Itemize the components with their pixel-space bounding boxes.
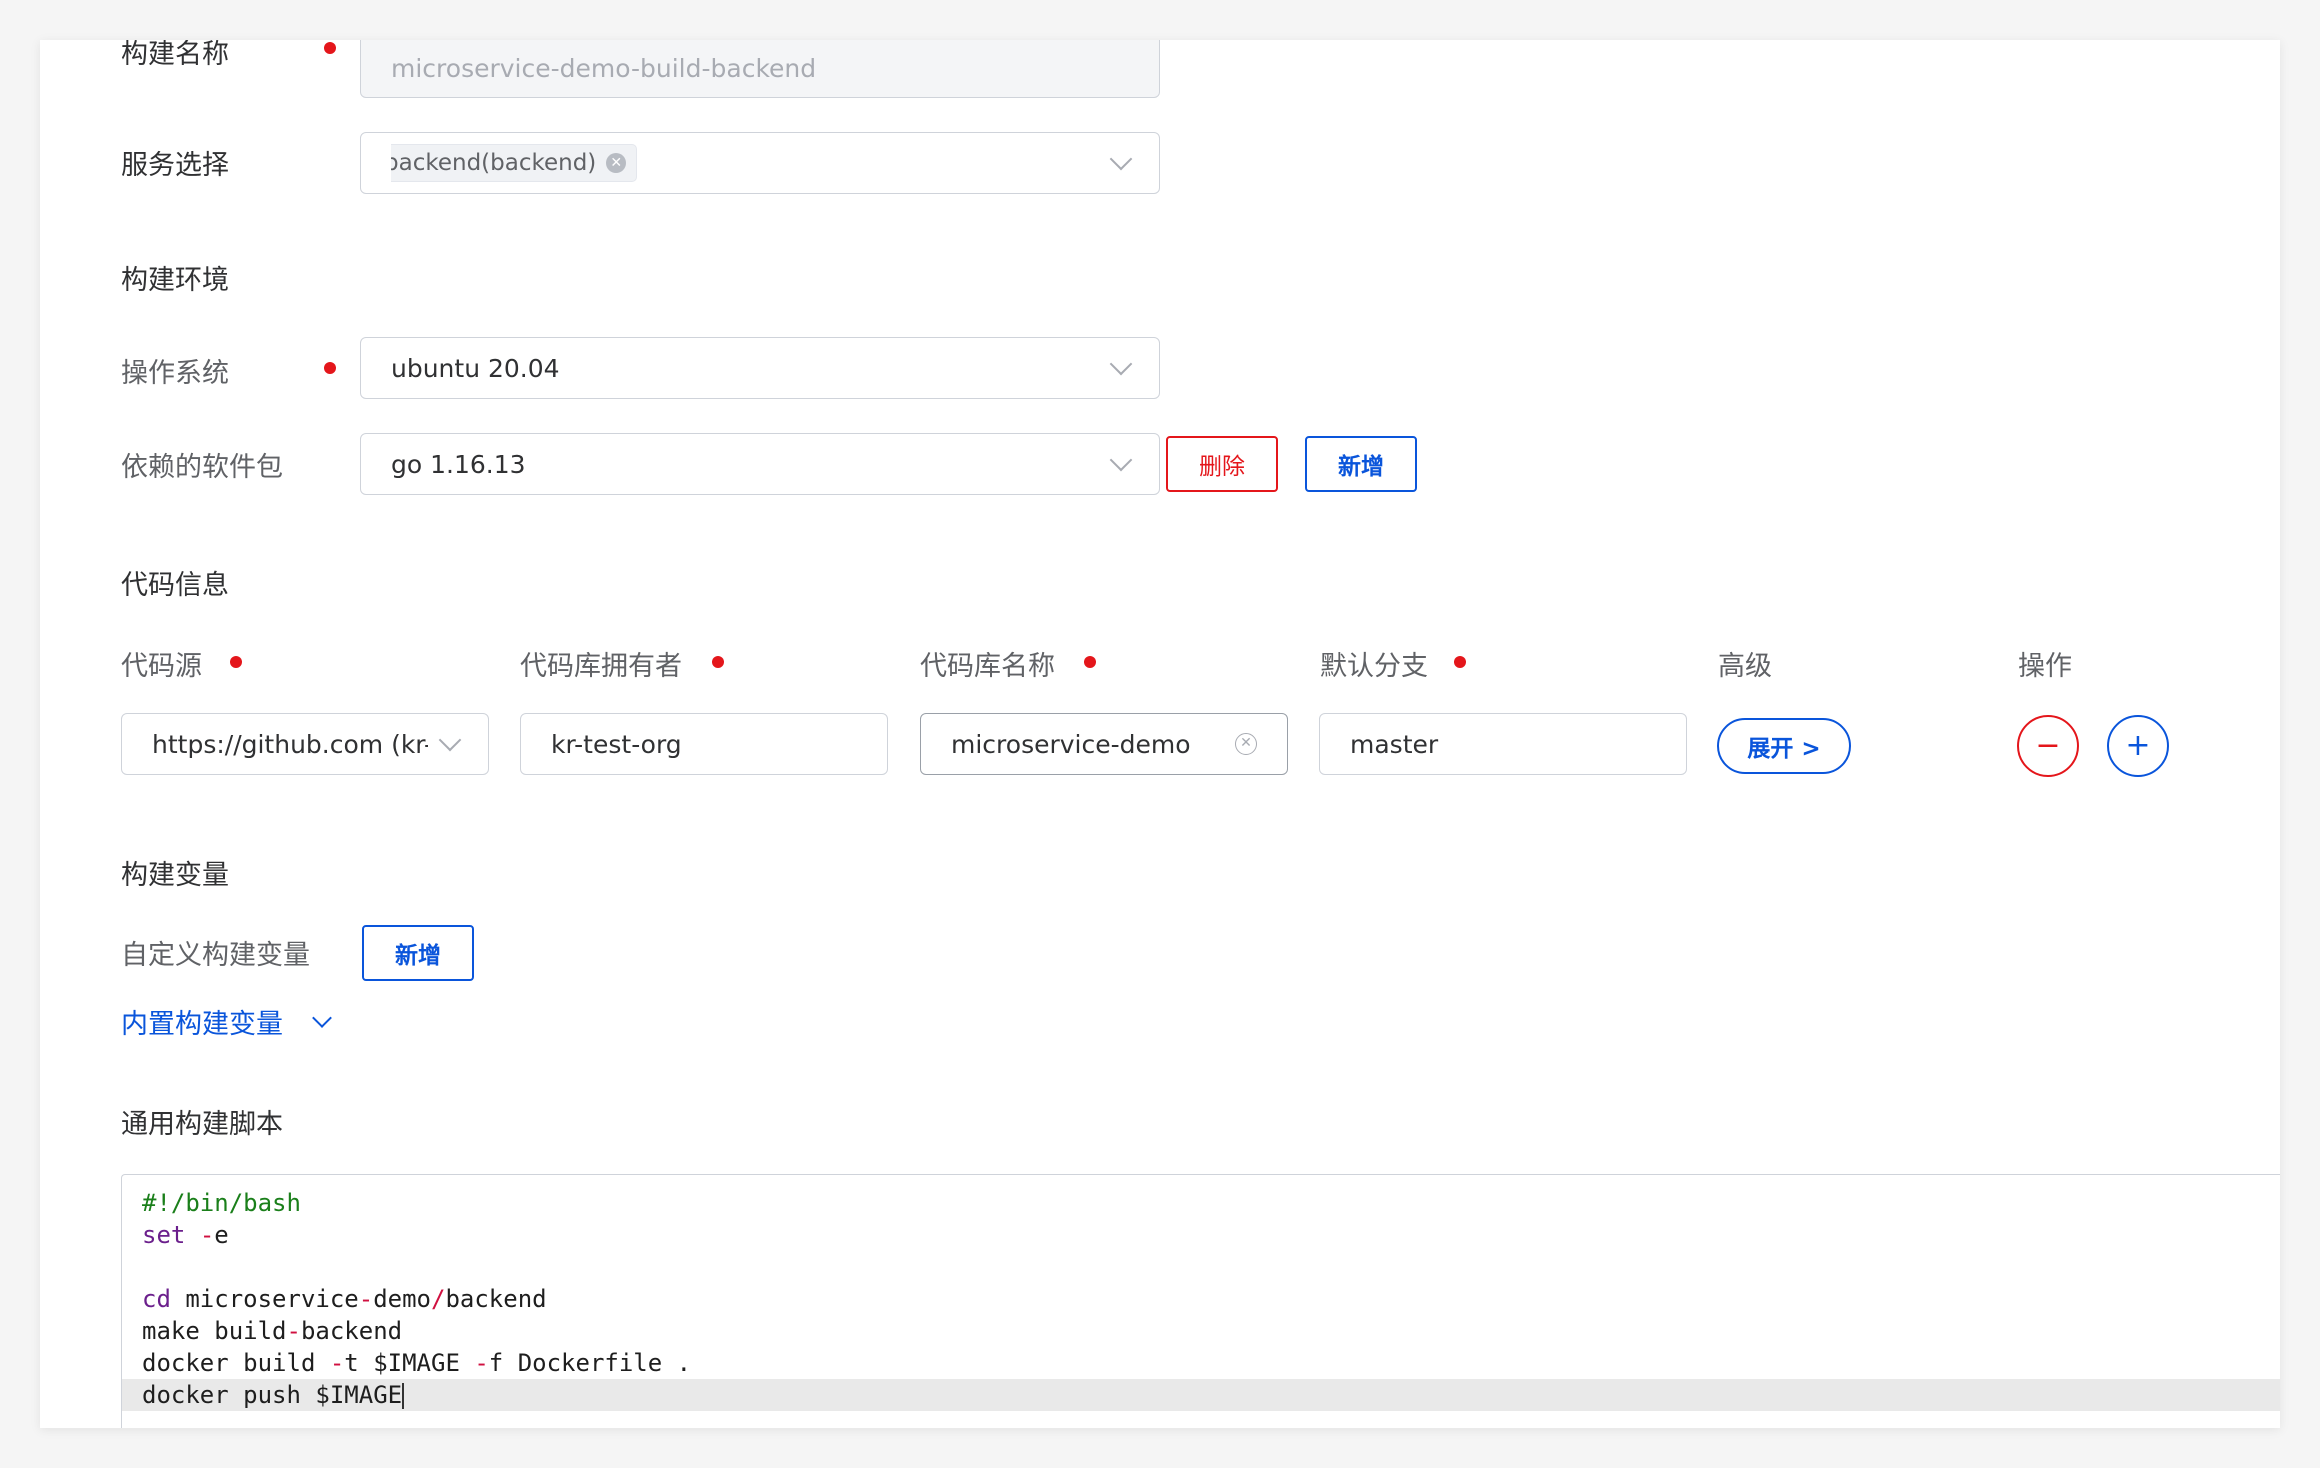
chevron-down-icon bbox=[1109, 352, 1133, 376]
deps-label: 依赖的软件包 bbox=[121, 452, 283, 483]
build-vars-title: 构建变量 bbox=[121, 860, 229, 891]
required-dot bbox=[1454, 656, 1466, 668]
custom-vars-label: 自定义构建变量 bbox=[121, 940, 310, 971]
required-dot bbox=[324, 362, 336, 374]
deps-select[interactable]: go 1.16.13 bbox=[360, 433, 1160, 495]
build-env-title: 构建环境 bbox=[121, 265, 229, 296]
col-header-advanced: 高级 bbox=[1718, 651, 1772, 682]
expand-advanced-button[interactable]: 展开 > bbox=[1717, 718, 1851, 774]
code-source-select[interactable]: https://github.com (kr-t bbox=[121, 713, 489, 775]
chevron-down-icon bbox=[312, 1007, 332, 1028]
plus-icon: + bbox=[2125, 728, 2151, 763]
required-dot bbox=[712, 656, 724, 668]
service-select[interactable]: backend(backend) ✕ bbox=[360, 132, 1160, 194]
tag-close-icon[interactable]: ✕ bbox=[606, 153, 627, 173]
chevron-down-icon bbox=[1109, 448, 1133, 472]
minus-icon: − bbox=[2035, 728, 2061, 763]
code-line: docker build -t $IMAGE -f Dockerfile . bbox=[142, 1349, 692, 1377]
code-line: set -e bbox=[142, 1221, 229, 1249]
required-dot bbox=[324, 42, 336, 54]
col-header-owner: 代码库拥有者 bbox=[520, 651, 682, 682]
code-line-active: docker push $IMAGE bbox=[122, 1379, 2280, 1411]
build-name-label: 构建名称 bbox=[121, 40, 229, 70]
chevron-down-icon bbox=[438, 728, 462, 752]
code-line: #!/bin/bash bbox=[142, 1189, 301, 1217]
col-header-ops: 操作 bbox=[2018, 651, 2072, 682]
add-repo-button[interactable]: + bbox=[2107, 715, 2169, 777]
os-label: 操作系统 bbox=[121, 358, 229, 389]
col-header-repo: 代码库名称 bbox=[920, 651, 1055, 682]
code-line: cd microservice-demo/backend bbox=[142, 1285, 547, 1313]
delete-dep-button[interactable]: 删除 bbox=[1166, 436, 1278, 492]
required-dot bbox=[230, 656, 242, 668]
add-custom-var-button[interactable]: 新增 bbox=[362, 925, 474, 981]
text-cursor bbox=[402, 1383, 405, 1409]
build-config-panel: 构建名称 microservice-demo-build-backend 服务选… bbox=[40, 40, 2280, 1428]
repo-name-select[interactable]: microservice-demo ✕ bbox=[920, 713, 1288, 775]
code-line: make build-backend bbox=[142, 1317, 403, 1345]
col-header-branch: 默认分支 bbox=[1320, 651, 1428, 682]
script-editor[interactable]: #!/bin/bash set -e cd microservice-demo/… bbox=[121, 1174, 2280, 1428]
repo-owner-select[interactable]: kr-test-org bbox=[520, 713, 888, 775]
service-tag: backend(backend) ✕ bbox=[391, 144, 638, 182]
chevron-down-icon bbox=[1109, 147, 1133, 171]
required-dot bbox=[1084, 656, 1096, 668]
os-select[interactable]: ubuntu 20.04 bbox=[360, 337, 1160, 399]
remove-repo-button[interactable]: − bbox=[2017, 715, 2079, 777]
code-info-title: 代码信息 bbox=[121, 570, 229, 601]
builtin-vars-toggle[interactable]: 内置构建变量 bbox=[121, 1002, 332, 1041]
add-dep-button[interactable]: 新增 bbox=[1305, 436, 1417, 492]
build-script-title: 通用构建脚本 bbox=[121, 1109, 283, 1140]
build-name-input[interactable]: microservice-demo-build-backend bbox=[360, 40, 1160, 98]
clear-icon[interactable]: ✕ bbox=[1235, 733, 1257, 755]
branch-select[interactable]: master bbox=[1319, 713, 1687, 775]
col-header-source: 代码源 bbox=[121, 651, 202, 682]
service-select-label: 服务选择 bbox=[121, 150, 229, 181]
